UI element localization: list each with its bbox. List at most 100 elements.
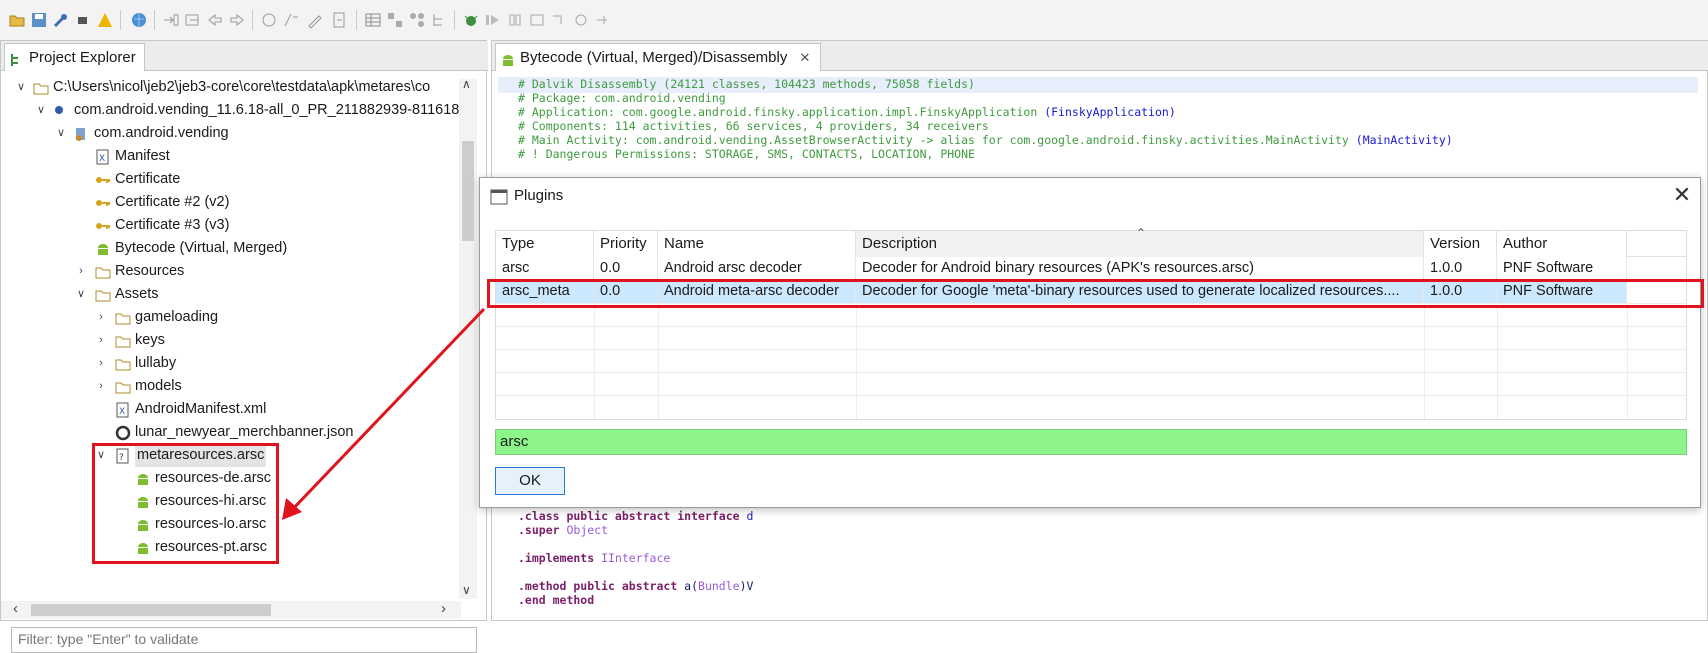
cell-type: arsc — [496, 257, 594, 280]
column-header[interactable]: Version — [1424, 231, 1497, 257]
col-divider — [594, 303, 595, 419]
column-header[interactable]: Name — [658, 231, 856, 257]
cell-version: 1.0.0 — [1424, 257, 1497, 280]
tree-item[interactable]: ∨ Assets — [1, 283, 459, 306]
right-tabbar: Bytecode (Virtual, Merged)/Disassembly ✕ — [492, 41, 1708, 71]
tree-item[interactable]: › models — [1, 375, 459, 398]
step-out-icon[interactable] — [184, 11, 202, 29]
chevron-right-icon[interactable]: › — [95, 352, 107, 375]
node-icon[interactable] — [386, 11, 404, 29]
scrollbar-thumb[interactable] — [31, 604, 271, 616]
tree-item-label: keys — [135, 332, 165, 348]
save-icon[interactable] — [30, 11, 48, 29]
loop-icon[interactable] — [572, 11, 590, 29]
tree-item[interactable]: X AndroidManifest.xml — [1, 398, 459, 421]
chevron-right-icon[interactable]: › — [95, 306, 107, 329]
scroll-up-icon[interactable]: ∧ — [462, 77, 471, 91]
wrench-icon[interactable] — [52, 11, 70, 29]
tree-item[interactable]: Certificate #3 (v3) — [1, 214, 459, 237]
chevron-right-icon[interactable]: › — [95, 375, 107, 398]
tab-project-explorer[interactable]: Project Explorer — [4, 43, 145, 71]
stop-icon[interactable] — [74, 11, 92, 29]
col-divider — [1424, 303, 1425, 419]
column-header[interactable]: Author — [1497, 231, 1627, 257]
svg-text:X: X — [99, 154, 105, 164]
toolbar-separator — [252, 10, 253, 30]
tree-item[interactable]: X Manifest — [1, 145, 459, 168]
pause-icon[interactable] — [506, 11, 524, 29]
column-header[interactable]: Type — [496, 231, 594, 257]
step-icon[interactable] — [550, 11, 568, 29]
plugin-search-input[interactable]: arsc — [495, 429, 1687, 455]
step-into-icon[interactable] — [162, 11, 180, 29]
chevron-down-icon[interactable]: ∨ — [55, 122, 67, 145]
toolbar-separator — [454, 10, 455, 30]
forward-icon[interactable] — [228, 11, 246, 29]
close-icon[interactable]: ✕ — [1669, 182, 1695, 208]
tree-item[interactable]: › Resources — [1, 260, 459, 283]
chevron-right-icon[interactable]: › — [75, 260, 87, 283]
scroll-right-icon[interactable]: › — [441, 600, 446, 617]
tree-item[interactable]: ∨ com.android.vending — [1, 122, 459, 145]
folder-icon — [115, 356, 131, 372]
android-icon — [500, 50, 516, 77]
toolbar-separator — [120, 10, 121, 30]
tree-item-label: Assets — [115, 286, 159, 302]
tab-disassembly[interactable]: Bytecode (Virtual, Merged)/Disassembly ✕ — [495, 43, 822, 71]
tree-item-label: models — [135, 378, 182, 394]
code-line: # Dalvik Disassembly (24121 classes, 104… — [518, 77, 975, 91]
ok-button[interactable]: OK — [495, 467, 565, 495]
filter-input[interactable]: Filter: type "Enter" to validate — [11, 627, 477, 653]
close-tab-icon[interactable]: ✕ — [800, 50, 811, 65]
chevron-right-icon[interactable]: › — [95, 329, 107, 352]
comment-icon[interactable] — [260, 11, 278, 29]
col-divider — [1497, 303, 1498, 419]
tree-item[interactable]: › keys — [1, 329, 459, 352]
export-icon[interactable] — [330, 11, 348, 29]
tree-item-label: gameloading — [135, 309, 219, 325]
scroll-left-icon[interactable]: ‹ — [13, 600, 18, 617]
rename-icon[interactable] — [282, 11, 300, 29]
package-icon — [73, 126, 89, 142]
application-link[interactable]: (FinskyApplication) — [1044, 105, 1176, 119]
tree-item[interactable]: lunar_newyear_merchbanner.json — [1, 421, 459, 444]
debug-icon[interactable] — [462, 11, 480, 29]
chevron-down-icon[interactable]: ∨ — [15, 76, 27, 99]
stop-icon[interactable] — [528, 11, 546, 29]
scrollbar-thumb[interactable] — [462, 141, 474, 241]
code-line: .method public abstract a(Bundle)V — [518, 579, 754, 593]
tree-item-label: AndroidManifest.xml — [135, 401, 267, 417]
table-row[interactable]: arsc 0.0 Android arsc decoder Decoder fo… — [496, 257, 1686, 280]
tree-item[interactable]: ∨ com.android.vending_11.6.18-all_0_PR_2… — [1, 99, 459, 122]
globe-icon[interactable] — [130, 11, 148, 29]
scroll-down-icon[interactable]: ∨ — [462, 583, 471, 597]
col-divider — [1627, 303, 1628, 419]
chevron-down-icon[interactable]: ∨ — [35, 99, 47, 122]
table-icon[interactable] — [364, 11, 382, 29]
back-icon[interactable] — [206, 11, 224, 29]
run-icon[interactable] — [484, 11, 502, 29]
tree-item[interactable]: ∨ C:\Users\nicol\jeb2\jeb3-core\core\tes… — [1, 76, 459, 99]
warning-icon[interactable] — [96, 11, 114, 29]
tree-item[interactable]: › lullaby — [1, 352, 459, 375]
tree-item[interactable]: › gameloading — [1, 306, 459, 329]
tree-item-label: lullaby — [135, 355, 177, 371]
xml-file-icon: X — [115, 402, 131, 418]
resume-icon[interactable] — [594, 11, 612, 29]
code-line: # Package: com.android.vending — [518, 91, 726, 105]
column-header[interactable]: Priority — [594, 231, 658, 257]
code-line: # Application: com.google.android.finsky… — [518, 105, 1176, 119]
tree-item[interactable]: Certificate — [1, 168, 459, 191]
android-icon — [95, 241, 111, 257]
edit-icon[interactable] — [306, 11, 324, 29]
tab-label: Bytecode (Virtual, Merged)/Disassembly — [520, 49, 788, 66]
left-tabbar: Project Explorer — [1, 41, 488, 71]
open-folder-icon[interactable] — [8, 11, 26, 29]
chevron-down-icon[interactable]: ∨ — [75, 283, 87, 306]
row-divider — [496, 372, 1686, 373]
tree-item[interactable]: Certificate #2 (v2) — [1, 191, 459, 214]
graph-icon[interactable] — [408, 11, 426, 29]
main-activity-link[interactable]: (MainActivity) — [1356, 133, 1453, 147]
tree-icon[interactable] — [430, 11, 448, 29]
tree-item[interactable]: Bytecode (Virtual, Merged) — [1, 237, 459, 260]
